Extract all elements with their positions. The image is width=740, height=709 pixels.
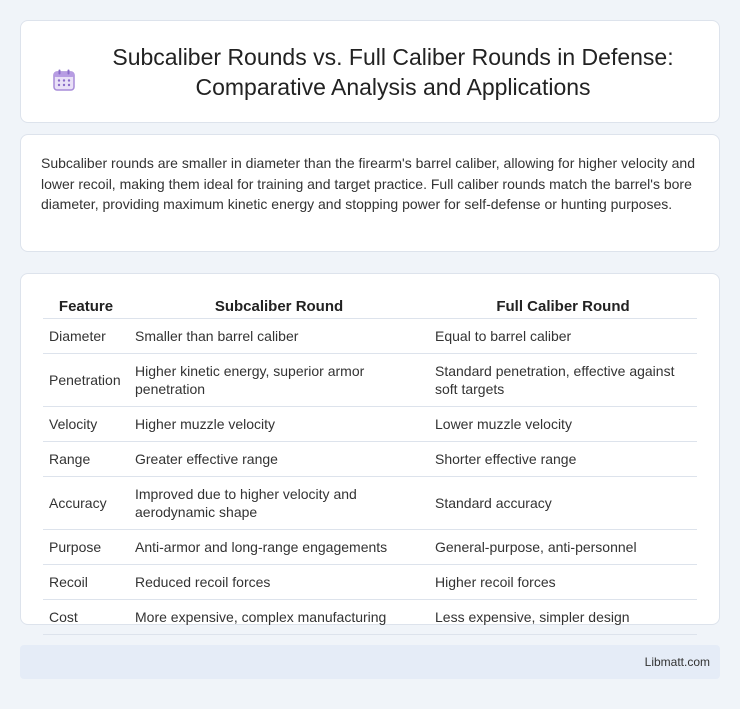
table-row: Accuracy Improved due to higher velocity… — [43, 476, 697, 530]
header-feature: Feature — [43, 294, 129, 319]
table-row: Cost More expensive, complex manufacturi… — [43, 599, 697, 635]
table-row: Range Greater effective range Shorter ef… — [43, 441, 697, 477]
subcaliber-cell: Anti-armor and long-range engagements — [129, 529, 429, 565]
feature-cell: Accuracy — [43, 476, 129, 530]
intro-card: Subcaliber rounds are smaller in diamete… — [20, 134, 720, 252]
intro-text: Subcaliber rounds are smaller in diamete… — [41, 155, 695, 212]
subcaliber-cell: Reduced recoil forces — [129, 564, 429, 600]
feature-cell: Diameter — [43, 318, 129, 354]
page-title: Subcaliber Rounds vs. Full Caliber Round… — [112, 43, 674, 100]
full-caliber-cell: Lower muzzle velocity — [429, 406, 697, 442]
subcaliber-cell: Greater effective range — [129, 441, 429, 477]
feature-cell: Recoil — [43, 564, 129, 600]
footer: Libmatt.com — [20, 645, 720, 679]
table-row: Diameter Smaller than barrel caliber Equ… — [43, 318, 697, 354]
subcaliber-cell: Higher kinetic energy, superior armor pe… — [129, 353, 429, 407]
header-full-caliber: Full Caliber Round — [429, 294, 697, 319]
table-row: Penetration Higher kinetic energy, super… — [43, 353, 697, 407]
subcaliber-cell: Smaller than barrel caliber — [129, 318, 429, 354]
subcaliber-cell: More expensive, complex manufacturing — [129, 599, 429, 635]
full-caliber-cell: General-purpose, anti-personnel — [429, 529, 697, 565]
comparison-table: Feature Subcaliber Round Full Caliber Ro… — [43, 294, 697, 635]
feature-cell: Velocity — [43, 406, 129, 442]
table-header-row: Feature Subcaliber Round Full Caliber Ro… — [43, 294, 697, 319]
full-caliber-cell: Standard accuracy — [429, 476, 697, 530]
feature-cell: Cost — [43, 599, 129, 635]
header-subcaliber: Subcaliber Round — [129, 294, 429, 319]
table-row: Purpose Anti-armor and long-range engage… — [43, 529, 697, 565]
full-caliber-cell: Standard penetration, effective against … — [429, 353, 697, 407]
calendar-icon — [53, 69, 75, 91]
feature-cell: Penetration — [43, 353, 129, 407]
subcaliber-cell: Improved due to higher velocity and aero… — [129, 476, 429, 530]
subcaliber-cell: Higher muzzle velocity — [129, 406, 429, 442]
feature-cell: Purpose — [43, 529, 129, 565]
table-row: Recoil Reduced recoil forces Higher reco… — [43, 564, 697, 600]
table-row: Velocity Higher muzzle velocity Lower mu… — [43, 406, 697, 442]
full-caliber-cell: Equal to barrel caliber — [429, 318, 697, 354]
feature-cell: Range — [43, 441, 129, 477]
full-caliber-cell: Less expensive, simpler design — [429, 599, 697, 635]
title-wrap: Subcaliber Rounds vs. Full Caliber Round… — [52, 42, 688, 102]
full-caliber-cell: Shorter effective range — [429, 441, 697, 477]
full-caliber-cell: Higher recoil forces — [429, 564, 697, 600]
comparison-card: Feature Subcaliber Round Full Caliber Ro… — [20, 273, 720, 635]
title-card: Subcaliber Rounds vs. Full Caliber Round… — [20, 20, 720, 123]
footer-brand[interactable]: Libmatt.com — [645, 655, 710, 669]
